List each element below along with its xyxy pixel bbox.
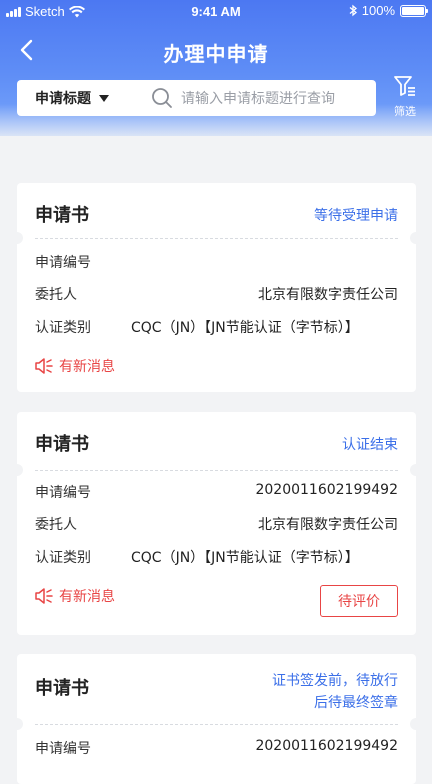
status-bar: Sketch 9:41 AM 100% — [0, 0, 432, 24]
field-row-application-no: 申请编号 — [35, 252, 398, 274]
field-label: 认证类别 — [35, 320, 91, 336]
filter-button[interactable]: 筛选 — [386, 74, 424, 120]
field-row-application-no: 申请编号 2020011602199492 — [35, 482, 398, 504]
card-notch-left — [11, 464, 23, 476]
card-header: 申请书 证书签发前，待放行 后待最终签章 — [17, 654, 416, 724]
page-title: 办理中申请 — [163, 42, 269, 66]
field-label: 委托人 — [35, 517, 77, 533]
field-value: CQC（JN）【JN节能认证（字节标）】 — [131, 320, 359, 336]
application-card[interactable]: 申请书 等待受理申请 申请编号 委托人 北京有限数字责任公司 认证类别 CQC（… — [11, 183, 422, 392]
search-icon — [152, 88, 172, 108]
search-input[interactable] — [181, 90, 371, 106]
card-header: 申请书 等待受理申请 — [17, 183, 416, 239]
field-row-cert-type: 认证类别 CQC（JN）【JN节能认证（字节标）】 — [35, 317, 398, 339]
card-title: 申请书 — [35, 434, 89, 455]
card-status: 等待受理申请 — [314, 208, 398, 224]
card-notch-right — [410, 464, 422, 476]
card-title: 申请书 — [35, 678, 89, 699]
new-message-indicator[interactable]: 有新消息 — [35, 586, 115, 606]
speaker-icon — [35, 588, 53, 604]
new-message-label: 有新消息 — [59, 589, 115, 605]
field-label: 申请编号 — [35, 741, 91, 757]
nav-bar: 办理中申请 — [0, 28, 432, 72]
card-divider — [35, 470, 398, 471]
field-row-application-no: 申请编号 2020011602199492 — [35, 738, 398, 760]
card-title: 申请书 — [35, 205, 89, 226]
card-status: 认证结束 — [342, 437, 398, 453]
card-notch-left — [11, 718, 23, 730]
field-value: CQC（JN）【JN节能认证（字节标）】 — [131, 550, 359, 566]
search-type-dropdown[interactable]: 申请标题 — [17, 88, 143, 108]
card-status-line1: 证书签发前，待放行 — [272, 673, 398, 689]
application-card[interactable]: 申请书 证书签发前，待放行 后待最终签章 申请编号 20200116021994… — [11, 654, 422, 784]
card-divider — [35, 238, 398, 239]
field-row-client: 委托人 北京有限数字责任公司 — [35, 284, 398, 306]
field-row-client: 委托人 北京有限数字责任公司 — [35, 514, 398, 536]
field-label: 认证类别 — [35, 550, 91, 566]
field-row-cert-type: 认证类别 CQC（JN）【JN节能认证（字节标）】 — [35, 547, 398, 569]
card-status: 证书签发前，待放行 后待最终签章 — [272, 670, 398, 714]
status-right: 100% — [349, 3, 428, 18]
application-card[interactable]: 申请书 认证结束 申请编号 2020011602199492 委托人 北京有限数… — [11, 412, 422, 635]
search-type-label: 申请标题 — [35, 91, 91, 107]
field-value: 北京有限数字责任公司 — [258, 287, 398, 303]
card-notch-left — [11, 232, 23, 244]
battery-percent: 100% — [361, 3, 395, 18]
field-label: 委托人 — [35, 287, 77, 303]
field-label: 申请编号 — [35, 485, 91, 501]
field-value: 2020011602199492 — [255, 482, 398, 498]
bluetooth-icon — [349, 4, 357, 17]
new-message-indicator[interactable]: 有新消息 — [35, 356, 115, 376]
battery-icon — [400, 4, 428, 17]
new-message-label: 有新消息 — [59, 359, 115, 375]
card-status-line2: 后待最终签章 — [314, 695, 398, 711]
rate-button[interactable]: 待评价 — [320, 585, 398, 617]
card-notch-right — [410, 718, 422, 730]
card-notch-right — [410, 232, 422, 244]
field-value: 2020011602199492 — [255, 738, 398, 754]
card-header: 申请书 认证结束 — [17, 412, 416, 468]
filter-label: 筛选 — [394, 105, 416, 118]
caret-down-icon — [99, 94, 109, 102]
speaker-icon — [35, 358, 53, 374]
field-label: 申请编号 — [35, 255, 91, 271]
search-bar: 申请标题 — [17, 80, 376, 116]
filter-icon — [394, 76, 415, 96]
card-divider — [35, 724, 398, 725]
field-value: 北京有限数字责任公司 — [258, 517, 398, 533]
